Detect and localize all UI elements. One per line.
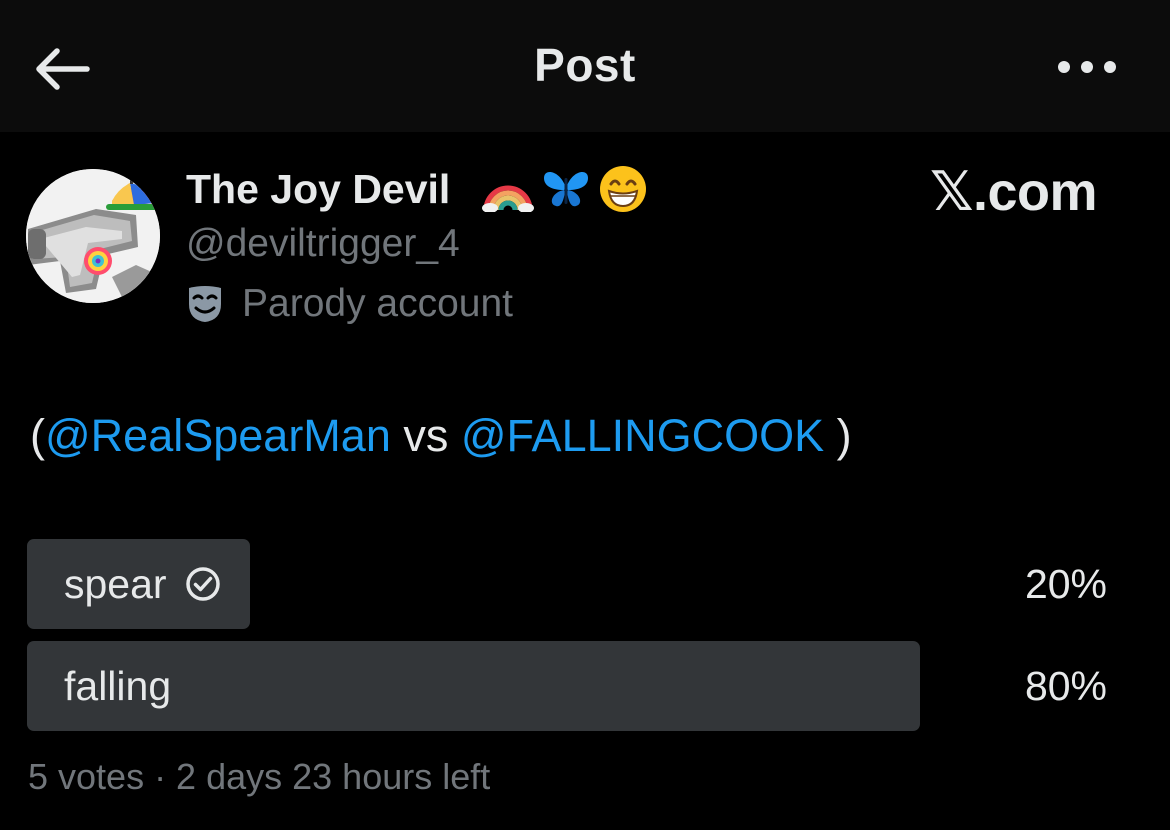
poll-option-label: falling xyxy=(64,641,171,731)
poll-option-text: spear xyxy=(64,560,167,607)
post-text: (@RealSpearMan vs @FALLINGCOOK ) xyxy=(30,410,852,462)
grinning-face-icon xyxy=(600,166,646,212)
name-emojis xyxy=(482,163,648,215)
rainbow-icon xyxy=(482,185,534,212)
poll-option-text: falling xyxy=(64,662,172,709)
vs-text: vs xyxy=(390,410,461,461)
poll-meta: 5 votes · 2 days 23 hours left xyxy=(28,756,491,797)
open-paren: ( xyxy=(30,410,45,461)
mask-icon xyxy=(189,286,221,322)
butterfly-icon xyxy=(544,172,588,207)
mention-fallingcook[interactable]: @FALLINGCOOK xyxy=(461,410,824,461)
poll-option-falling[interactable]: falling 80% xyxy=(27,641,1117,731)
more-horizontal-icon xyxy=(1058,61,1116,73)
top-bar: Post xyxy=(0,0,1170,132)
x-watermark: 𝕏.com xyxy=(930,162,1098,222)
close-paren: ) xyxy=(824,410,852,461)
poll-option-label: spear xyxy=(64,539,221,629)
avatar-image xyxy=(26,169,160,303)
avatar[interactable] xyxy=(26,169,160,303)
parody-label: Parody account xyxy=(242,282,514,325)
page-title: Post xyxy=(534,39,636,91)
parody-badge: Parody account xyxy=(186,278,513,330)
display-name[interactable]: The Joy Devil xyxy=(186,166,450,213)
author-handle[interactable]: @deviltrigger_4 xyxy=(186,222,460,266)
poll-option-percent: 20% xyxy=(1024,560,1107,607)
mention-realspearman[interactable]: @RealSpearMan xyxy=(45,410,391,461)
check-circle-icon xyxy=(185,566,221,602)
poll: spear 20% falling 80% xyxy=(27,539,1117,743)
more-options-button[interactable] xyxy=(1050,40,1124,94)
poll-option-percent: 80% xyxy=(1024,662,1107,709)
poll-option-spear[interactable]: spear 20% xyxy=(27,539,1117,629)
